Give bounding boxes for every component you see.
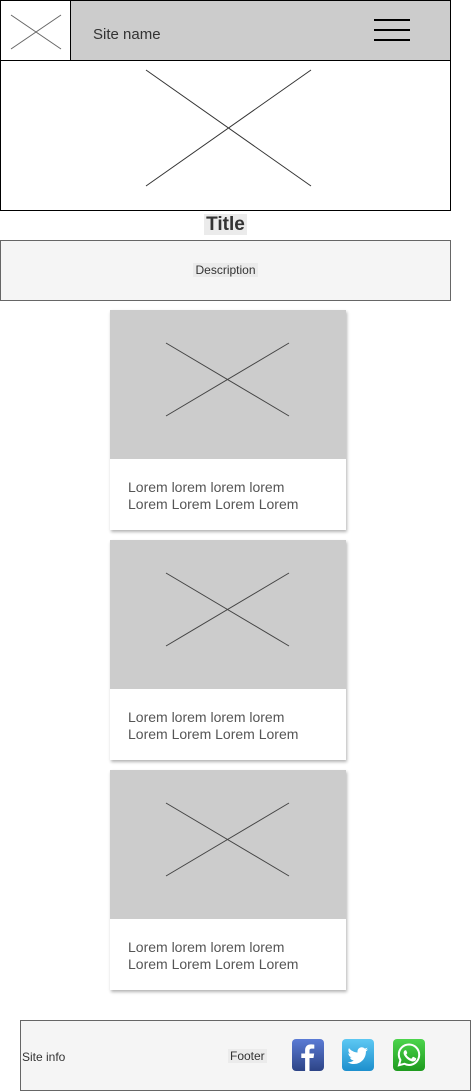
card-text-line: Lorem lorem lorem lorem	[128, 939, 285, 955]
card-text: Lorem lorem lorem lorem Lorem Lorem Lore…	[128, 709, 338, 743]
site-info-text[interactable]: Site info	[22, 1050, 65, 1064]
card-text-line: Lorem lorem lorem lorem	[128, 479, 285, 495]
card-text-line: Lorem Lorem Lorem Lorem	[128, 726, 299, 742]
image-placeholder-icon	[165, 572, 290, 647]
card-image-placeholder	[110, 540, 346, 689]
logo-placeholder[interactable]	[0, 0, 71, 61]
image-placeholder-icon	[165, 342, 290, 417]
card-text-line: Lorem Lorem Lorem Lorem	[128, 956, 299, 972]
page-title: Title	[204, 214, 247, 235]
content-card[interactable]: Lorem lorem lorem lorem Lorem Lorem Lore…	[110, 540, 346, 760]
twitter-icon[interactable]	[342, 1039, 374, 1071]
hero-image-placeholder	[0, 60, 451, 211]
footer-label: Footer	[228, 1049, 267, 1063]
card-text: Lorem lorem lorem lorem Lorem Lorem Lore…	[128, 479, 338, 513]
card-image-placeholder	[110, 770, 346, 919]
site-name[interactable]: Site name	[93, 26, 161, 43]
hamburger-menu-icon[interactable]	[372, 16, 412, 44]
card-text: Lorem lorem lorem lorem Lorem Lorem Lore…	[128, 939, 338, 973]
image-placeholder-icon	[145, 69, 312, 187]
image-placeholder-icon	[165, 802, 290, 877]
content-card[interactable]: Lorem lorem lorem lorem Lorem Lorem Lore…	[110, 770, 346, 990]
card-text-line: Lorem Lorem Lorem Lorem	[128, 496, 299, 512]
facebook-icon[interactable]	[292, 1039, 324, 1071]
whatsapp-icon[interactable]	[393, 1039, 425, 1071]
image-placeholder-icon	[10, 14, 62, 50]
card-text-line: Lorem lorem lorem lorem	[128, 709, 285, 725]
content-card[interactable]: Lorem lorem lorem lorem Lorem Lorem Lore…	[110, 310, 346, 530]
description-text: Description	[193, 263, 258, 277]
card-image-placeholder	[110, 310, 346, 459]
